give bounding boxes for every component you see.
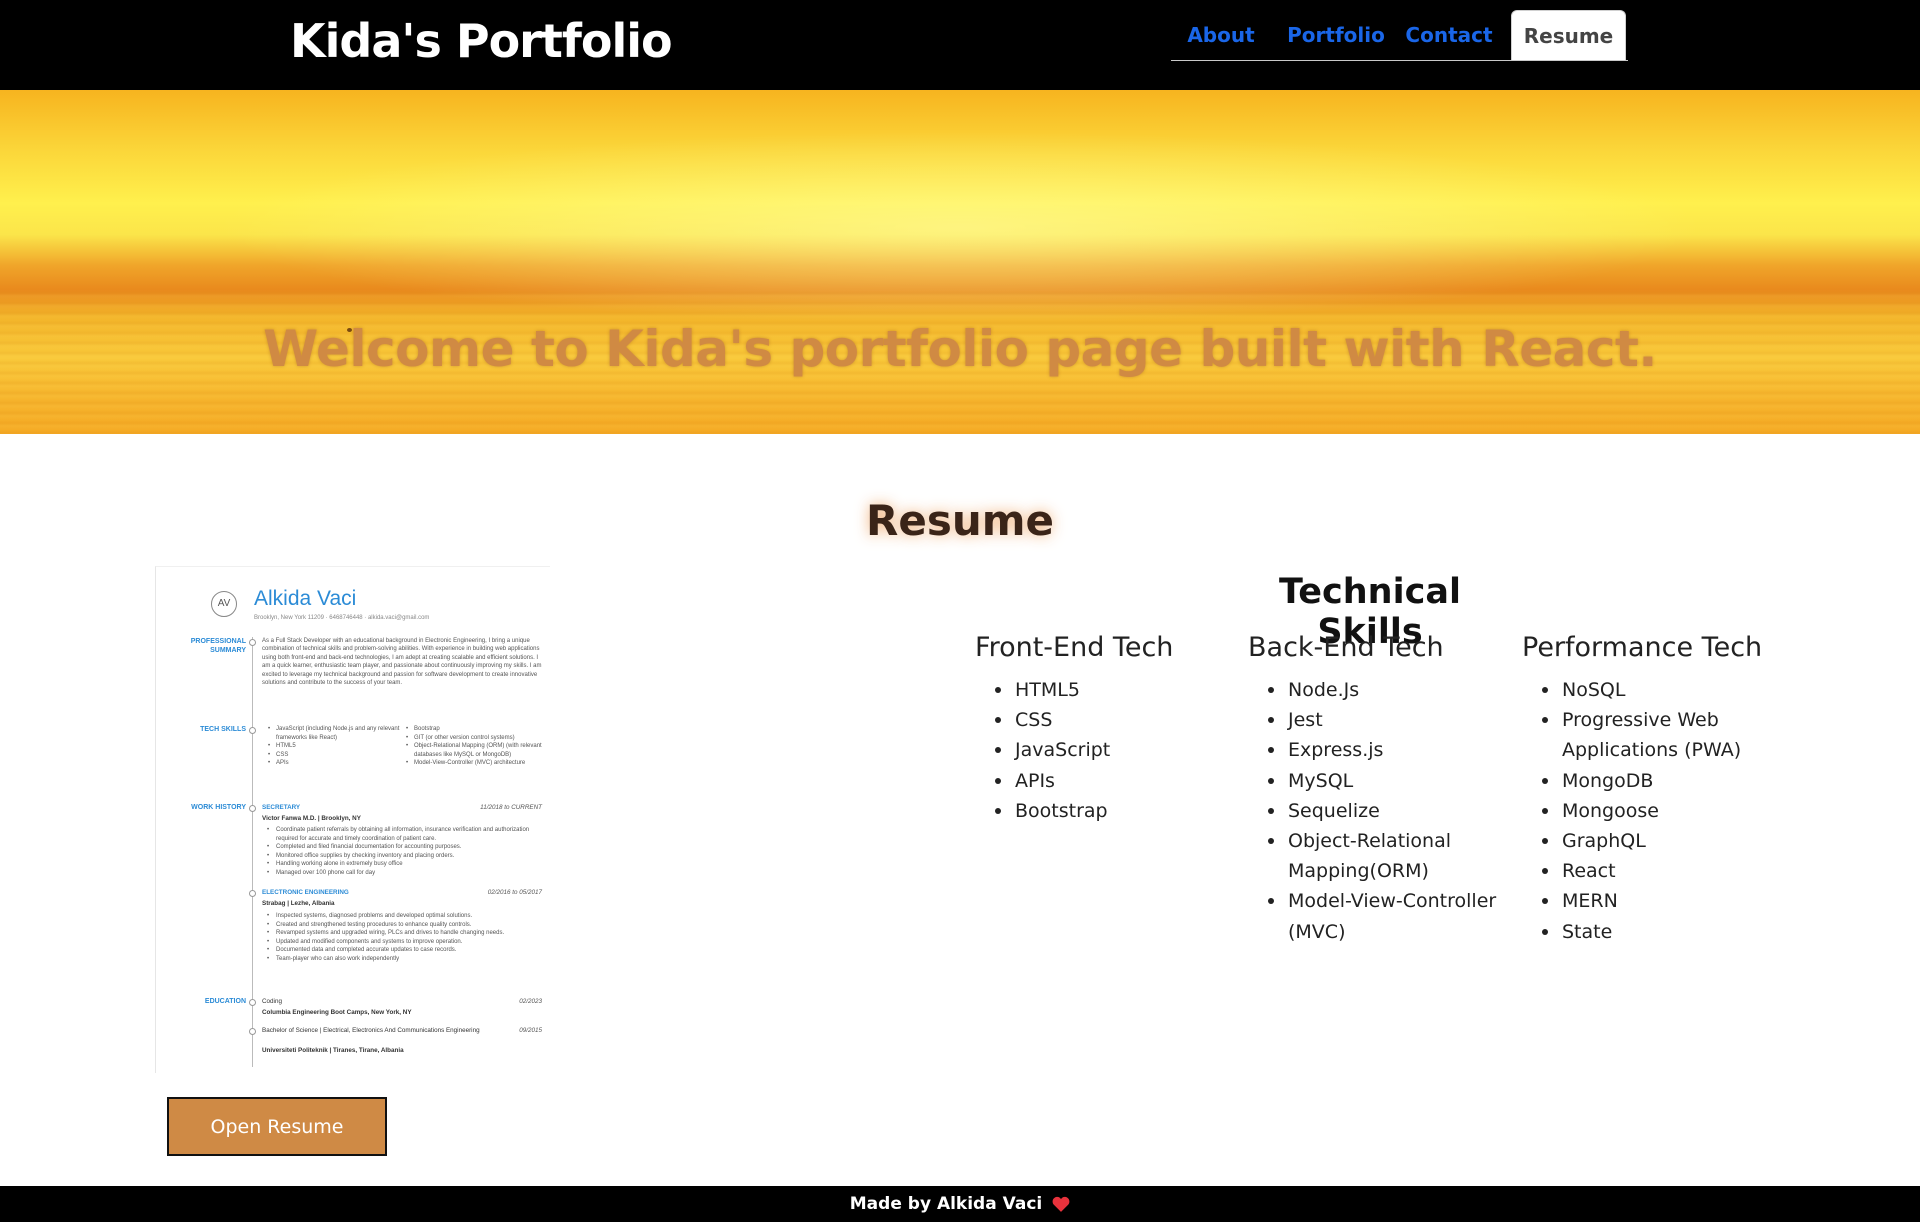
open-resume-button[interactable]: Open Resume — [167, 1097, 387, 1156]
resume-bullet: Inspected systems, diagnosed problems an… — [276, 912, 544, 921]
timeline-dot — [249, 639, 256, 646]
skill-item: React — [1542, 856, 1772, 886]
skills-heading-performance: Performance Tech — [1522, 632, 1763, 663]
resume-initials-badge: AV — [211, 591, 237, 617]
skill-item: NoSQL — [1542, 675, 1772, 705]
skill-item: MySQL — [1268, 766, 1498, 796]
timeline-dot — [249, 1028, 256, 1035]
resume-bullet: Revamped systems and upgraded wiring, PL… — [276, 929, 544, 938]
resume-bullet: Managed over 100 phone call for day — [276, 869, 544, 878]
resume-bullet: Coordinate patient referrals by obtainin… — [276, 826, 544, 843]
resume-work-label: WORK HISTORY — [191, 804, 246, 811]
resume-skill-item: APIs — [268, 759, 406, 768]
resume-section-title: Resume — [866, 496, 1054, 545]
resume-bullet: Updated and modified components and syst… — [276, 938, 544, 947]
skills-column-performance: Performance Tech NoSQL Progressive Web A… — [1522, 632, 1782, 947]
skill-item: Model-View-Controller (MVC) — [1268, 886, 1498, 946]
skill-item: CSS — [995, 705, 1235, 735]
resume-preview-image: AV Alkida Vaci Brooklyn, New York 11209 … — [155, 566, 550, 1073]
brand-title[interactable]: Kida's Portfolio — [290, 14, 673, 68]
resume-skill-item: GIT (or other version control systems) — [406, 734, 544, 743]
nav-about[interactable]: About — [1171, 10, 1271, 60]
resume-job1-company: Victor Fanwa M.D. | Brooklyn, NY — [262, 815, 361, 822]
resume-skill-item: JavaScript (including Node.js and any re… — [268, 725, 406, 742]
site-header: Kida's Portfolio About Portfolio Contact… — [0, 0, 1920, 90]
resume-summary-label: PROFESSIONAL SUMMARY — [190, 638, 246, 654]
skills-column-back-end: Back-End Tech Node.Js Jest Express.js My… — [1248, 632, 1508, 947]
resume-skills-columns: JavaScript (including Node.js and any re… — [268, 725, 544, 768]
resume-bullet: Handling working alone in extremely busy… — [276, 860, 544, 869]
hero-title: Welcome to Kida's portfolio page built w… — [263, 320, 1657, 378]
resume-edu1-title: Coding — [262, 998, 282, 1005]
resume-edu1-school: Columbia Engineering Boot Camps, New Yor… — [262, 1009, 412, 1016]
resume-edu2-title: Bachelor of Science | Electrical, Electr… — [262, 1027, 480, 1034]
resume-edu1-date: 02/2023 — [519, 998, 542, 1005]
timeline-dot — [249, 999, 256, 1006]
resume-bullet: Documented data and completed accurate u… — [276, 946, 544, 955]
timeline-dot — [249, 890, 256, 897]
resume-skill-item: Model-View-Controller (MVC) architecture — [406, 759, 544, 768]
skill-item: State — [1542, 917, 1772, 947]
skills-heading-front-end: Front-End Tech — [975, 632, 1174, 663]
skill-item: Bootstrap — [995, 796, 1235, 826]
resume-edu2-date: 09/2015 — [519, 1027, 542, 1034]
resume-skill-item: HTML5 — [268, 742, 406, 751]
resume-job2-dates: 02/2016 to 05/2017 — [487, 889, 542, 896]
resume-contact-line: Brooklyn, New York 11209 · 6468746448 · … — [254, 615, 430, 621]
resume-education-label: EDUCATION — [204, 998, 246, 1005]
resume-bullet: Created and strengthened testing procedu… — [276, 921, 544, 930]
resume-skills-right: Bootstrap GIT (or other version control … — [406, 725, 544, 768]
skill-item: JavaScript — [995, 735, 1235, 765]
skill-item: APIs — [995, 766, 1235, 796]
skills-list-back-end: Node.Js Jest Express.js MySQL Sequelize … — [1268, 675, 1508, 947]
resume-job2-bullets: Inspected systems, diagnosed problems an… — [276, 912, 544, 963]
skill-item: Progressive Web Applications (PWA) — [1542, 705, 1772, 765]
skill-item: GraphQL — [1542, 826, 1772, 856]
timeline-dot — [249, 805, 256, 812]
nav-portfolio[interactable]: Portfolio — [1271, 10, 1401, 60]
skill-item: Node.Js — [1268, 675, 1498, 705]
nav-resume-active[interactable]: Resume — [1511, 10, 1626, 60]
main-nav: About Portfolio Contact Resume — [1171, 10, 1628, 61]
resume-job1-header: SECRETARY 11/2018 to CURRENT — [262, 803, 542, 812]
resume-skill-item: CSS — [268, 751, 406, 760]
nav-contact[interactable]: Contact — [1401, 10, 1497, 60]
skills-heading-back-end: Back-End Tech — [1248, 632, 1444, 663]
skills-list-front-end: HTML5 CSS JavaScript APIs Bootstrap — [995, 675, 1235, 826]
resume-bullet: Completed and filed financial documentat… — [276, 843, 544, 852]
skill-item: Sequelize — [1268, 796, 1498, 826]
footer-credit: Made by Alkida Vaci — [849, 1194, 1043, 1214]
skill-item: MERN — [1542, 886, 1772, 916]
resume-edu1-header: Coding 02/2023 — [262, 997, 542, 1006]
resume-skill-item: Object-Relational Mapping (ORM) (with re… — [406, 742, 544, 759]
resume-edu2-school: Universiteti Politeknik | Tiranes, Tiran… — [262, 1047, 404, 1054]
skill-item: HTML5 — [995, 675, 1235, 705]
resume-job1-title: SECRETARY — [262, 804, 301, 811]
heart-icon — [1052, 1196, 1070, 1212]
skills-column-front-end: Front-End Tech HTML5 CSS JavaScript APIs… — [975, 632, 1235, 826]
skill-item: Object-Relational Mapping(ORM) — [1268, 826, 1498, 886]
resume-name: Alkida Vaci — [254, 587, 357, 610]
resume-job2-title: ELECTRONIC ENGINEERING — [262, 889, 349, 896]
site-footer: Made by Alkida Vaci — [0, 1186, 1920, 1222]
resume-job1-bullets: Coordinate patient referrals by obtainin… — [276, 826, 544, 877]
skill-item: Express.js — [1268, 735, 1498, 765]
skills-list-performance: NoSQL Progressive Web Applications (PWA)… — [1542, 675, 1782, 947]
resume-summary-text: As a Full Stack Developer with an educat… — [262, 638, 542, 687]
skill-item: MongoDB — [1542, 766, 1772, 796]
resume-bullet: Team-player who can also work independen… — [276, 955, 544, 964]
skill-item: Jest — [1268, 705, 1498, 735]
resume-job2-header: ELECTRONIC ENGINEERING 02/2016 to 05/201… — [262, 888, 542, 897]
resume-skills-label: TECH SKILLS — [200, 726, 246, 733]
heart-icon-svg — [1052, 1196, 1070, 1212]
resume-job1-dates: 11/2018 to CURRENT — [480, 804, 542, 811]
resume-skill-item: Bootstrap — [406, 725, 544, 734]
resume-job2-company: Strabag | Lezhe, Albania — [262, 900, 335, 907]
skill-item: Mongoose — [1542, 796, 1772, 826]
timeline-dot — [249, 727, 256, 734]
resume-bullet: Monitored office supplies by checking in… — [276, 852, 544, 861]
hero-banner: Welcome to Kida's portfolio page built w… — [0, 90, 1920, 434]
resume-skills-left: JavaScript (including Node.js and any re… — [268, 725, 406, 768]
